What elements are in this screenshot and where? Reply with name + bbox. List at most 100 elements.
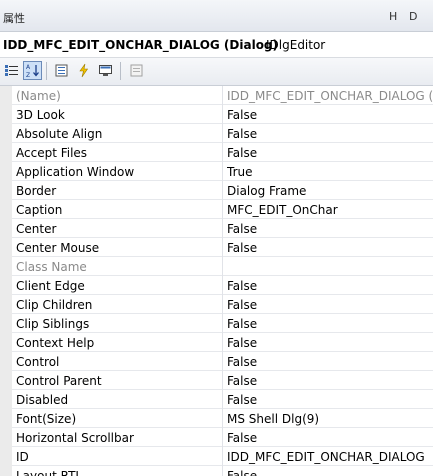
property-row[interactable]: Clip Children False — [0, 295, 433, 314]
column-divider — [222, 200, 223, 219]
object-selector[interactable]: IDD_MFC_EDIT_ONCHAR_DIALOG (Dialog) IDlg… — [0, 32, 433, 58]
property-row[interactable]: 3D Look False — [0, 105, 433, 124]
property-name: Clip Siblings — [16, 317, 90, 331]
property-name: Absolute Align — [16, 127, 103, 141]
property-grid: (Name) IDD_MFC_EDIT_ONCHAR_DIALOG (D 3D Lo… — [0, 86, 433, 476]
column-divider — [222, 352, 223, 371]
events-button[interactable] — [74, 61, 93, 80]
property-value[interactable]: MFC_EDIT_OnChar — [227, 203, 433, 217]
row-gutter — [0, 276, 12, 295]
property-row[interactable]: ID IDD_MFC_EDIT_ONCHAR_DIALOG — [0, 447, 433, 466]
row-gutter — [0, 86, 12, 105]
property-value[interactable]: False — [227, 108, 433, 122]
property-row[interactable]: Clip Siblings False — [0, 314, 433, 333]
property-row[interactable]: Absolute Align False — [0, 124, 433, 143]
property-name: Border — [16, 184, 57, 198]
column-divider — [222, 86, 223, 105]
property-value[interactable]: False — [227, 374, 433, 388]
column-divider — [222, 314, 223, 333]
property-row[interactable]: Font(Size) MS Shell Dlg(9) — [0, 409, 433, 428]
property-row[interactable]: Disabled False — [0, 390, 433, 409]
row-gutter — [0, 295, 12, 314]
row-gutter — [0, 200, 12, 219]
property-value[interactable]: IDD_MFC_EDIT_ONCHAR_DIALOG — [227, 450, 433, 464]
property-row[interactable]: Layout RTL False — [0, 466, 433, 476]
row-gutter — [0, 314, 12, 333]
properties-button[interactable] — [52, 61, 71, 80]
property-name: Application Window — [16, 165, 135, 179]
property-name: (Name) — [16, 89, 61, 103]
categorized-button[interactable] — [2, 61, 21, 80]
alphabetical-icon: A Z — [26, 64, 39, 78]
messages-button[interactable] — [96, 61, 115, 80]
row-gutter — [0, 124, 12, 143]
property-value[interactable]: False — [227, 241, 433, 255]
column-divider — [222, 143, 223, 162]
property-row[interactable]: Control Parent False — [0, 371, 433, 390]
property-row[interactable]: Client Edge False — [0, 276, 433, 295]
row-gutter — [0, 219, 12, 238]
property-row[interactable]: Application Window True — [0, 162, 433, 181]
column-divider — [222, 219, 223, 238]
properties-icon — [55, 64, 68, 77]
property-value[interactable]: Dialog Frame — [227, 184, 433, 198]
row-gutter — [0, 257, 12, 276]
property-name: Clip Children — [16, 298, 93, 312]
property-value[interactable]: True — [227, 165, 433, 179]
property-value[interactable]: False — [227, 279, 433, 293]
property-name: 3D Look — [16, 108, 65, 122]
row-gutter — [0, 409, 12, 428]
property-name: Context Help — [16, 336, 95, 350]
column-divider — [222, 447, 223, 466]
panel-title: 属性 — [3, 12, 25, 25]
property-name: Class Name — [16, 260, 87, 274]
column-divider — [222, 238, 223, 257]
property-value[interactable]: False — [227, 336, 433, 350]
events-icon — [79, 63, 89, 78]
property-value[interactable]: False — [227, 393, 433, 407]
svg-text:A: A — [26, 64, 31, 71]
property-value[interactable]: False — [227, 146, 433, 160]
property-value[interactable]: False — [227, 222, 433, 236]
property-row[interactable]: Class Name — [0, 257, 433, 276]
object-type: IDlgEditor — [266, 38, 326, 52]
property-value[interactable]: False — [227, 317, 433, 331]
property-row[interactable]: Border Dialog Frame — [0, 181, 433, 200]
column-divider — [222, 409, 223, 428]
property-row[interactable]: Horizontal Scrollbar False — [0, 428, 433, 447]
property-value[interactable]: IDD_MFC_EDIT_ONCHAR_DIALOG (D — [227, 89, 433, 103]
property-value[interactable]: False — [227, 298, 433, 312]
properties-toolbar: A Z — [0, 58, 433, 86]
property-row[interactable]: Center False — [0, 219, 433, 238]
property-name: Client Edge — [16, 279, 85, 293]
column-divider — [222, 181, 223, 200]
messages-icon — [99, 65, 112, 76]
property-row[interactable]: (Name) IDD_MFC_EDIT_ONCHAR_DIALOG (D — [0, 86, 433, 105]
column-divider — [222, 466, 223, 476]
hide-button[interactable]: H — [389, 10, 397, 23]
property-row[interactable]: Center Mouse False — [0, 238, 433, 257]
row-gutter — [0, 447, 12, 466]
property-row[interactable]: Context Help False — [0, 333, 433, 352]
property-pages-button[interactable] — [127, 61, 146, 80]
property-name: Control Parent — [16, 374, 102, 388]
column-divider — [222, 295, 223, 314]
property-row[interactable]: Control False — [0, 352, 433, 371]
property-value[interactable]: MS Shell Dlg(9) — [227, 412, 433, 426]
property-name: Disabled — [16, 393, 69, 407]
property-row[interactable]: Accept Files False — [0, 143, 433, 162]
alphabetical-button[interactable]: A Z — [23, 61, 42, 80]
row-gutter — [0, 143, 12, 162]
property-value[interactable]: False — [227, 431, 433, 445]
property-name: Control — [16, 355, 60, 369]
property-value[interactable]: False — [227, 127, 433, 141]
object-name: IDD_MFC_EDIT_ONCHAR_DIALOG (Dialog) — [3, 38, 279, 52]
dock-button[interactable]: D — [409, 10, 417, 23]
categorized-icon — [5, 65, 18, 76]
column-divider — [222, 124, 223, 143]
property-value[interactable]: False — [227, 469, 433, 476]
property-row[interactable]: Caption MFC_EDIT_OnChar — [0, 200, 433, 219]
svg-text:Z: Z — [26, 72, 30, 78]
column-divider — [222, 333, 223, 352]
property-value[interactable]: False — [227, 355, 433, 369]
